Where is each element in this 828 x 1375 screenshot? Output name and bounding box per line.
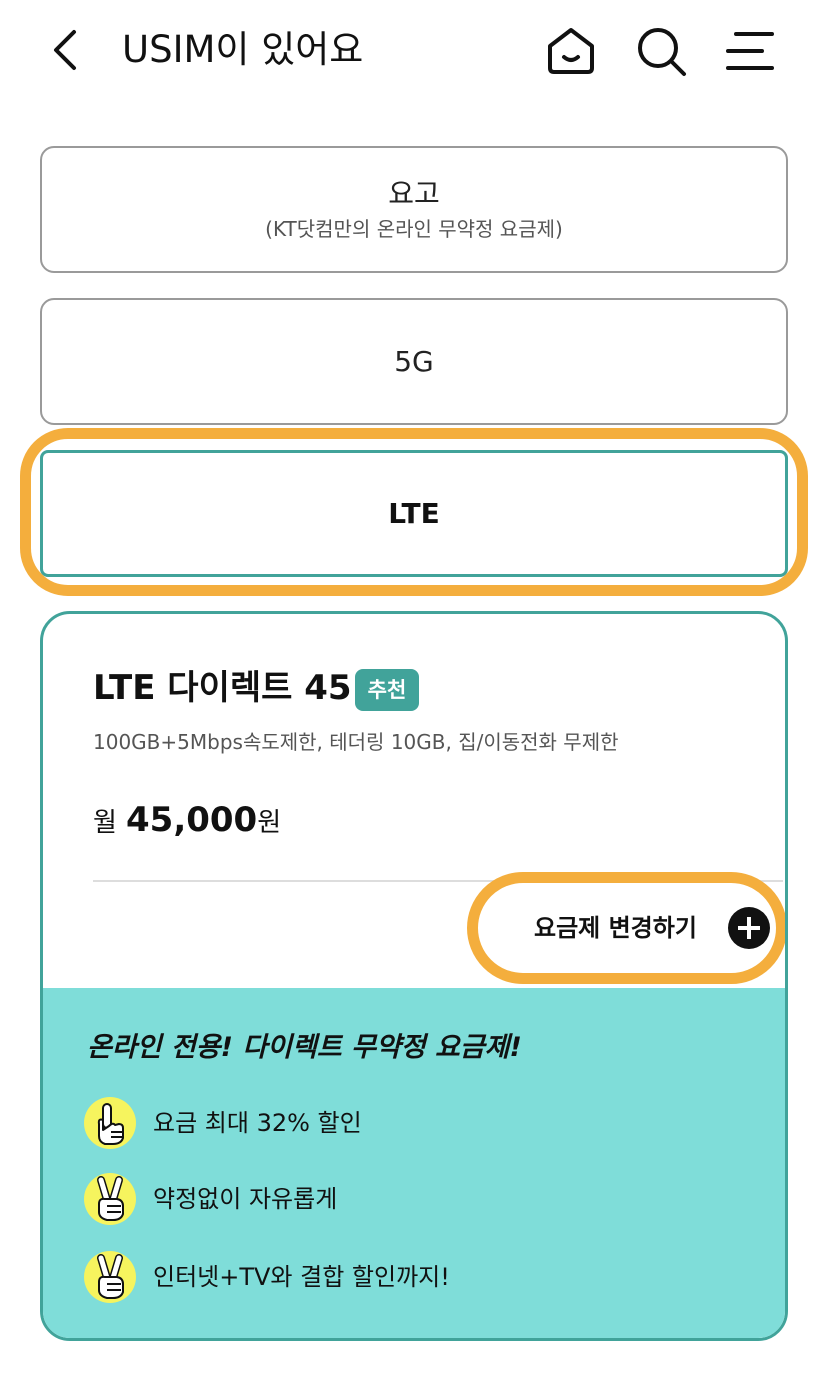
back-button[interactable]: [44, 26, 88, 74]
change-plan-label: 요금제 변경하기: [534, 914, 697, 942]
app-header: USIM이 있어요: [0, 0, 828, 100]
change-plan-button[interactable]: 요금제 변경하기: [467, 872, 785, 984]
plus-circle-icon: [728, 907, 770, 949]
peace-sign-hand-icon: [84, 1251, 136, 1303]
one-finger-hand-icon: [84, 1097, 136, 1149]
option-sublabel: (KT닷컴만의 온라인 무약정 요금제): [265, 216, 563, 241]
benefits-title: 온라인 전용! 다이렉트 무약정 요금제!: [87, 1032, 522, 1063]
search-button[interactable]: [634, 24, 688, 78]
home-icon: [548, 28, 594, 74]
option-label: 요고: [388, 176, 440, 210]
price-row: 월 45,000원: [93, 800, 281, 840]
benefit-text: 약정없이 자유롭게: [153, 1185, 338, 1213]
option-label: 5G: [394, 344, 434, 378]
peace-sign-hand-icon: [84, 1173, 136, 1225]
option-yogo[interactable]: 요고 (KT닷컴만의 온라인 무약정 요금제): [40, 146, 788, 273]
option-5g[interactable]: 5G: [40, 298, 788, 425]
plan-description: 100GB+5Mbps속도제한, 테더링 10GB, 집/이동전화 무제한: [93, 730, 619, 754]
benefit-text: 인터넷+TV와 결합 할인까지!: [153, 1263, 450, 1291]
price-prefix: 월: [93, 808, 117, 838]
price-unit: 원: [257, 808, 282, 838]
price-value: 45,000: [126, 800, 258, 840]
plan-name: LTE 다이렉트 45: [93, 668, 352, 708]
option-label: LTE: [388, 496, 440, 530]
search-icon: [638, 28, 686, 76]
home-button[interactable]: [544, 24, 598, 78]
recommend-badge: 추천: [355, 669, 419, 711]
hamburger-menu-icon: [726, 32, 774, 70]
plan-card: LTE 다이렉트 45 추천 100GB+5Mbps속도제한, 테더링 10GB…: [40, 611, 788, 1341]
benefit-text: 요금 최대 32% 할인: [153, 1109, 362, 1137]
chevron-left-icon: [54, 30, 76, 70]
benefits-section: 온라인 전용! 다이렉트 무약정 요금제! 요금 최대 32% 할인 약정없이 …: [43, 988, 785, 1338]
option-lte[interactable]: LTE: [40, 450, 788, 577]
menu-button[interactable]: [724, 24, 778, 78]
page-title: USIM이 있어요: [122, 28, 364, 71]
